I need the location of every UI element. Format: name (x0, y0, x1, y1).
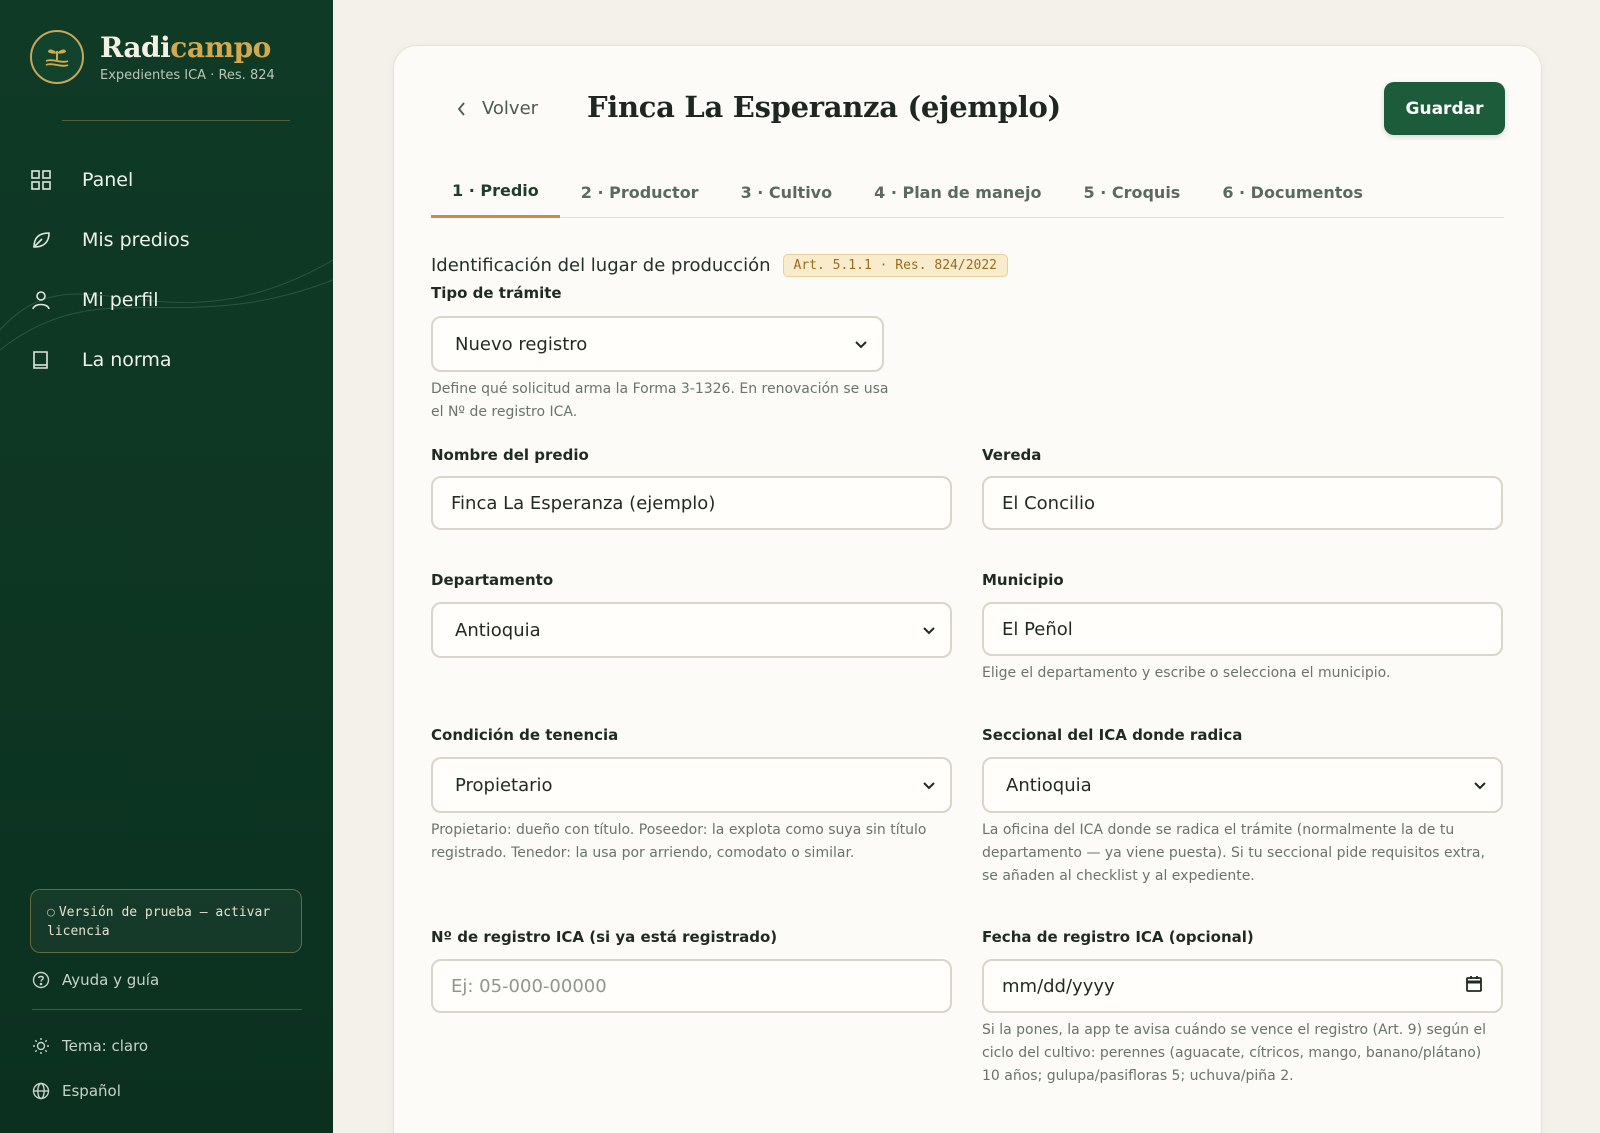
tab-productor[interactable]: 2 · Productor (560, 166, 720, 218)
grid-icon (30, 168, 70, 192)
registro-ica-placeholder: Ej: 05-000-00000 (451, 975, 607, 997)
tab-documentos[interactable]: 6 · Documentos (1201, 166, 1384, 218)
sun-icon (32, 1036, 52, 1056)
back-button[interactable]: Volver (456, 98, 538, 119)
tipo-tramite-select[interactable]: Nuevo registro (431, 316, 884, 372)
trial-license-banner[interactable]: ○ Versión de prueba — activar licencia (30, 889, 302, 953)
sidebar-divider (62, 120, 290, 121)
sidebar-divider (32, 1009, 302, 1010)
nombre-predio-input[interactable]: Finca La Esperanza (ejemplo) (431, 476, 952, 530)
seccional-help: La oficina del ICA donde se radica el tr… (982, 822, 1485, 884)
page-title: Finca La Esperanza (ejemplo) (587, 90, 1061, 124)
norm-reference-badge: Art. 5.1.1 · Res. 824/2022 (782, 254, 1009, 277)
brand-subtitle: Expedientes ICA · Res. 824 (100, 67, 275, 83)
fecha-registro-placeholder: mm/dd/yyyy (1002, 975, 1115, 997)
registro-ica-input[interactable]: Ej: 05-000-00000 (431, 959, 952, 1013)
departamento-select[interactable]: Antioquia (431, 602, 952, 658)
sidebar-item-label: Panel (82, 169, 134, 191)
nombre-predio-label: Nombre del predio (431, 446, 589, 464)
chevron-down-icon (1473, 775, 1487, 796)
vereda-label: Vereda (982, 446, 1042, 464)
book-icon (30, 348, 70, 372)
predio-form-card: Volver Finca La Esperanza (ejemplo) Guar… (393, 45, 1542, 1133)
municipio-input[interactable]: El Peñol (982, 602, 1503, 656)
sidebar: Radicampo Expedientes ICA · Res. 824 Pan… (0, 0, 333, 1133)
chevron-down-icon (854, 334, 868, 355)
theme-toggle[interactable]: Tema: claro (32, 1036, 148, 1056)
seccional-label: Seccional del ICA donde radica (982, 726, 1243, 744)
tenencia-select[interactable]: Propietario (431, 757, 952, 813)
fecha-registro-label: Fecha de registro ICA (opcional) (982, 928, 1254, 946)
sidebar-item-mis-predios[interactable]: Mis predios (30, 210, 300, 270)
departamento-label: Departamento (431, 571, 554, 589)
tab-cultivo[interactable]: 3 · Cultivo (720, 166, 854, 218)
help-circle-icon (32, 970, 52, 990)
help-link[interactable]: Ayuda y guía (32, 970, 159, 990)
tab-predio[interactable]: 1 · Predio (431, 166, 560, 218)
sidebar-item-label: Mis predios (82, 229, 190, 251)
sidebar-item-panel[interactable]: Panel (30, 150, 300, 210)
sidebar-nav: Panel Mis predios Mi perfil La norma (30, 150, 300, 390)
calendar-icon[interactable] (1465, 975, 1483, 998)
fecha-registro-input[interactable]: mm/dd/yyyy (982, 959, 1503, 1013)
sidebar-item-la-norma[interactable]: La norma (30, 330, 300, 390)
section-header: Identificación del lugar de producción A… (431, 254, 1009, 277)
user-icon (30, 288, 70, 312)
chevron-left-icon (456, 101, 468, 117)
vereda-input[interactable]: El Concilio (982, 476, 1503, 530)
tenencia-help: Propietario: dueño con título. Poseedor:… (431, 822, 927, 861)
tab-croquis[interactable]: 5 · Croquis (1063, 166, 1202, 218)
language-selector[interactable]: Español (32, 1081, 121, 1101)
tab-plan-de-manejo[interactable]: 4 · Plan de manejo (853, 166, 1062, 218)
tenencia-label: Condición de tenencia (431, 726, 619, 744)
brand-name: Radicampo (100, 30, 271, 64)
sidebar-item-label: La norma (82, 349, 172, 371)
section-title: Identificación del lugar de producción (431, 255, 771, 276)
save-button[interactable]: Guardar (1384, 82, 1505, 135)
tipo-tramite-help: Define qué solicitud arma la Forma 3-132… (431, 381, 889, 420)
sidebar-item-mi-perfil[interactable]: Mi perfil (30, 270, 300, 330)
brand[interactable]: Radicampo Expedientes ICA · Res. 824 (30, 30, 275, 84)
tipo-tramite-label: Tipo de trámite (431, 284, 562, 302)
chevron-down-icon (922, 775, 936, 796)
seccional-select[interactable]: Antioquia (982, 757, 1503, 813)
chevron-down-icon (922, 620, 936, 641)
step-tabs: 1 · Predio 2 · Productor 3 · Cultivo 4 ·… (431, 166, 1504, 218)
globe-icon (32, 1081, 52, 1101)
status-dot-icon: ○ (47, 905, 55, 920)
municipio-help: Elige el departamento y escribe o selecc… (982, 665, 1391, 681)
fecha-registro-help: Si la pones, la app te avisa cuándo se v… (982, 1022, 1486, 1084)
leaf-icon (30, 228, 70, 252)
sidebar-item-label: Mi perfil (82, 289, 159, 311)
registro-ica-label: Nº de registro ICA (si ya está registrad… (431, 928, 778, 946)
sprout-logo-icon (30, 30, 84, 84)
municipio-label: Municipio (982, 571, 1064, 589)
